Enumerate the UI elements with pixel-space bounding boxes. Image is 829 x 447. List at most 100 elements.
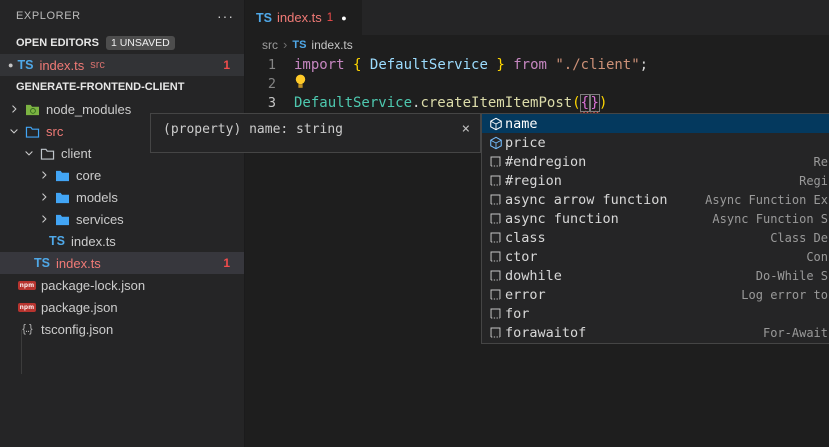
close-icon[interactable]: × [462,122,470,136]
line-content [294,74,307,95]
tree-item-label: core [76,168,101,183]
tree-item-index-ts[interactable]: TSindex.ts [0,230,244,252]
snippet-icon [486,250,505,263]
breadcrumb-file[interactable]: index.ts [311,38,352,52]
snippet-icon [486,193,505,206]
tab-index-ts[interactable]: TS index.ts 1 ● [246,0,362,35]
suggestion-price[interactable]: price [482,133,829,152]
snippet-icon [486,288,505,301]
suggestion-detail: Regi [799,174,829,188]
open-editor-description: src [90,59,105,71]
chevron-right-icon [36,169,52,181]
snippet-icon [486,307,505,320]
typescript-file-icon: TS [256,11,272,25]
suggestion-label: dowhile [505,268,562,284]
open-editor-filename: index.ts [39,58,84,73]
suggestion-for[interactable]: for [482,304,829,323]
code-token: ) [599,95,607,111]
breadcrumb-folder[interactable]: src [262,38,278,52]
suggestion-label: #endregion [505,154,586,170]
typescript-file-icon: TS [47,234,67,248]
suggestion-ctor[interactable]: ctorCon [482,247,829,266]
chevron-right-icon [36,191,52,203]
project-section-header[interactable]: GENERATE-FRONTEND-CLIENT [0,76,244,98]
tree-item-label: package.json [41,300,118,315]
suggestion-label: price [505,135,546,151]
tab-problem-count: 1 [327,12,333,24]
snippet-icon [486,326,505,339]
suggestion-error[interactable]: errorLog error to [482,285,829,304]
npm-file-icon: npm [17,281,37,290]
code-token: import [294,57,345,73]
suggestion-detail: Re [814,155,829,169]
open-editors-section-header[interactable]: OPEN EDITORS 1 UNSAVED [0,32,244,54]
tab-filename: index.ts [277,10,322,25]
tree-item-tsconfig-json[interactable]: {..} tsconfig.json [0,318,244,340]
suggestion--region[interactable]: #region Regi [482,171,829,190]
suggestion-detail: Class De [770,231,829,245]
tree-item-label: package-lock.json [41,278,145,293]
suggestion-detail: Con [806,250,829,264]
suggestion-detail: Do-While S [756,269,829,283]
code-token: } [496,57,504,73]
breadcrumb[interactable]: src › TS index.ts [246,35,829,54]
explorer-sidebar: EXPLORER ··· OPEN EDITORS 1 UNSAVED ●TSi… [0,0,245,447]
explorer-header: EXPLORER ··· [0,0,244,32]
suggestion-name[interactable]: name [482,114,829,133]
json-braces-icon: {..} [17,323,37,335]
code-token: from [513,57,547,73]
typescript-file-icon: TS [15,58,35,72]
tree-item-core[interactable]: core [0,164,244,186]
suggestion--endregion[interactable]: #endregion Re [482,152,829,171]
snippet-icon [486,212,505,225]
folder-blue-icon [52,191,72,204]
code-token: } [591,95,599,111]
unsaved-dot-icon[interactable]: ● [341,13,346,23]
suggestion-detail: Async Function Ex [705,193,829,207]
folder-blue-icon [52,169,72,182]
code-token: { [581,95,589,111]
open-editors-list: ●TSindex.tssrc1 [0,54,244,76]
project-name-label: GENERATE-FRONTEND-CLIENT [16,81,184,93]
npm-file-icon: npm [17,303,37,312]
suggestion-label: for [505,306,529,322]
tree-item-label: node_modules [46,102,131,117]
suggestion-dowhile[interactable]: dowhile Do-While S [482,266,829,285]
folder-open-blue-icon [22,125,42,138]
suggestion-label: forawaitof [505,325,586,341]
tree-item-services[interactable]: services [0,208,244,230]
suggestion-label: name [505,116,538,132]
open-editor-item[interactable]: ●TSindex.tssrc1 [0,54,244,76]
lightbulb-icon[interactable] [294,74,307,95]
tree-item-label: tsconfig.json [41,322,113,337]
suggestion-detail: For-Await [763,326,829,340]
suggestion-label: #region [505,173,562,189]
suggestion-async-function[interactable]: async functionAsync Function S [482,209,829,228]
code-line-2[interactable]: 2 [246,75,829,94]
typescript-file-icon: TS [32,256,52,270]
line-number: 1 [246,56,294,75]
tree-item-models[interactable]: models [0,186,244,208]
hover-text: (property) name: string [163,122,343,137]
open-editors-label: OPEN EDITORS [16,37,99,49]
problem-count-badge: 1 [223,58,230,72]
more-actions-icon[interactable]: ··· [217,8,234,24]
code-editor[interactable]: 1import { DefaultService } from "./clien… [246,54,829,113]
line-number: 2 [246,75,294,94]
tree-item-package-lock-json[interactable]: npm package-lock.json [0,274,244,296]
code-line-3[interactable]: 3DefaultService.createItemItemPost({}) [246,94,829,113]
tree-item-package-json[interactable]: npm package.json [0,296,244,318]
folder-green-icon [22,103,42,116]
suggestion-class[interactable]: classClass De [482,228,829,247]
tab-strip: TS index.ts 1 ● [246,0,829,35]
code-token: createItemItemPost [420,95,572,111]
chevron-down-icon [6,125,22,137]
code-line-1[interactable]: 1import { DefaultService } from "./clien… [246,56,829,75]
code-token [505,57,513,73]
code-token: ; [640,57,648,73]
suggestion-async-arrow-function[interactable]: async arrow functionAsync Function Ex [482,190,829,209]
line-content: DefaultService.createItemItemPost({}) [294,94,607,113]
code-token: DefaultService [294,95,412,111]
tree-item-index-ts[interactable]: TSindex.ts1 [0,252,244,274]
suggestion-forawaitof[interactable]: forawaitof For-Await [482,323,829,342]
